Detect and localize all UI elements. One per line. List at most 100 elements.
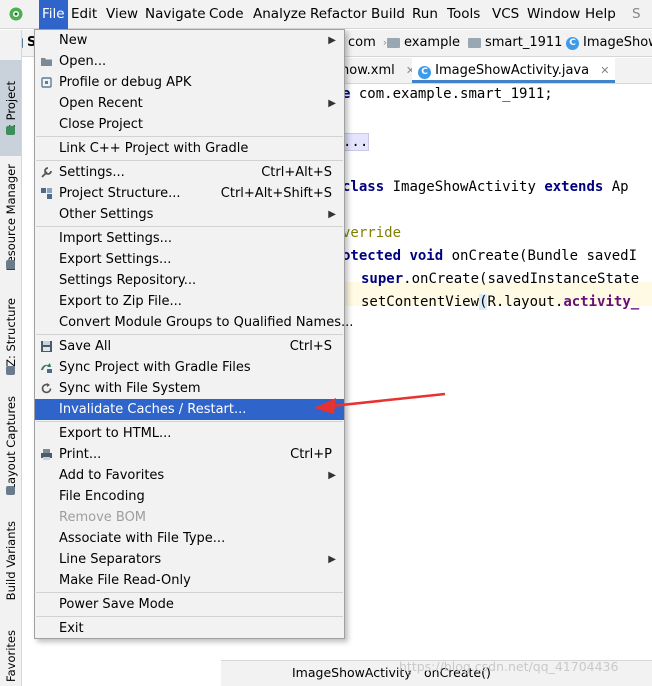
menu-item-invalidate-caches[interactable]: Invalidate Caches / Restart... [35, 399, 344, 420]
menu-item-label: New [59, 33, 88, 48]
menu-item-settings-repository[interactable]: Settings Repository... [35, 270, 344, 291]
tab-favorites[interactable]: Favorites [0, 626, 21, 686]
menu-file[interactable]: File [39, 0, 68, 29]
tab-imageshowactivity[interactable]: C ImageShowActivity.java ✕ [412, 58, 616, 83]
menu-item-profile-apk[interactable]: Profile or debug APK [35, 72, 344, 93]
menu-item-line-separators[interactable]: Line Separators ▶ [35, 549, 344, 570]
menu-edit[interactable]: Edit [71, 0, 97, 29]
menu-item-label: Link C++ Project with Gradle [59, 141, 249, 156]
menu-item-label: Power Save Mode [59, 597, 174, 612]
code-field: activity_ [563, 294, 640, 310]
crumb-imageshow[interactable]: C ImageShow [566, 34, 652, 52]
menu-item-sync-gradle[interactable]: Sync Project with Gradle Files [35, 357, 344, 378]
menu-item-new[interactable]: New ▶ [35, 30, 344, 51]
menu-item-close-project[interactable]: Close Project [35, 114, 344, 135]
crumb-smart-1911[interactable]: smart_1911 › [468, 34, 574, 52]
menu-item-label: Export to Zip File... [59, 294, 182, 309]
tab-structure[interactable]: Z: Structure [0, 292, 21, 372]
menu-refactor[interactable]: Refactor [310, 0, 367, 29]
menu-vcs[interactable]: VCS [492, 0, 519, 29]
tab-layout-xml[interactable]: how.xml ✕ [341, 58, 415, 83]
menu-code[interactable]: Code [209, 0, 244, 29]
menu-item-other-settings[interactable]: Other Settings ▶ [35, 204, 344, 225]
menu-item-label: Remove BOM [59, 510, 147, 525]
menu-item-link-cpp[interactable]: Link C++ Project with Gradle [35, 138, 344, 159]
folder-icon [387, 38, 400, 48]
menu-run[interactable]: Run [412, 0, 438, 29]
code-text: Ap [603, 179, 629, 195]
tab-favorites-label: Favorites [3, 630, 18, 682]
tab-layout-captures-label: Layout Captures [3, 395, 18, 491]
menu-item-label: Export to HTML... [59, 426, 172, 441]
menu-item-label: Other Settings [59, 207, 154, 222]
code-text: ImageShowActivity [384, 179, 545, 195]
menu-item-sync-file-system[interactable]: Sync with File System [35, 378, 344, 399]
menu-separator [36, 334, 343, 335]
tab-project[interactable]: 1: Project [0, 60, 21, 156]
menu-item-make-read-only[interactable]: Make File Read-Only [35, 570, 344, 591]
print-icon [41, 449, 52, 460]
structure-icon [6, 366, 15, 375]
code-line-oncreate: otected void onCreate(Bundle savedI [342, 248, 637, 264]
menu-item-label: Import Settings... [59, 231, 172, 246]
menu-analyze[interactable]: Analyze [253, 0, 306, 29]
menu-item-import-settings[interactable]: Import Settings... [35, 228, 344, 249]
menu-item-print[interactable]: Print... Ctrl+P [35, 444, 344, 465]
menu-navigate[interactable]: Navigate [145, 0, 206, 29]
status-crumb-class[interactable]: ImageShowActivity [292, 665, 412, 680]
resource-manager-icon [6, 260, 15, 269]
menu-build[interactable]: Build [371, 0, 405, 29]
code-line-imports: ... [342, 133, 370, 151]
submenu-arrow-icon: ▶ [328, 35, 336, 46]
submenu-arrow-icon: ▶ [328, 98, 336, 109]
menu-item-shortcut: Ctrl+S [289, 339, 332, 354]
menu-view[interactable]: View [106, 0, 138, 29]
menu-item-settings[interactable]: Settings... Ctrl+Alt+S [35, 162, 344, 183]
submenu-arrow-icon: ▶ [328, 209, 336, 220]
tab-build-variants[interactable]: Build Variants [0, 518, 21, 604]
menu-item-power-save[interactable]: Power Save Mode [35, 594, 344, 615]
menu-item-open[interactable]: Open... [35, 51, 344, 72]
code-keyword: class [342, 179, 385, 195]
menu-item-file-encoding[interactable]: File Encoding [35, 486, 344, 507]
menu-tools[interactable]: Tools [447, 0, 480, 29]
menu-separator [36, 592, 343, 593]
menu-item-label: Sync with File System [59, 381, 201, 396]
wrench-icon [41, 167, 52, 178]
menu-item-shortcut: Ctrl+Alt+S [261, 165, 332, 180]
tab-structure-label: Z: Structure [3, 297, 18, 367]
class-icon: C [566, 36, 579, 50]
menu-bar: File Edit View Navigate Code Analyze Ref… [0, 0, 652, 29]
code-keyword: void [409, 248, 444, 264]
menu-separator [36, 160, 343, 161]
menu-item-export-html[interactable]: Export to HTML... [35, 423, 344, 444]
menu-window[interactable]: Window [527, 0, 580, 29]
close-icon[interactable]: ✕ [600, 64, 609, 77]
menu-item-export-settings[interactable]: Export Settings... [35, 249, 344, 270]
code-line-annotation: verride [342, 225, 401, 241]
menu-help[interactable]: Help [585, 0, 616, 29]
tab-resource-manager[interactable]: Resource Manager [0, 158, 21, 276]
folder-icon [468, 38, 481, 48]
menu-separator [36, 616, 343, 617]
menu-item-label: Open Recent [59, 96, 143, 111]
crumb-example[interactable]: example › [387, 34, 471, 52]
crumb-com[interactable]: com › [348, 34, 387, 52]
tab-layout-captures[interactable]: Layout Captures [0, 390, 21, 496]
menu-item-label: Convert Module Groups to Qualified Names… [59, 315, 354, 330]
menu-item-project-structure[interactable]: Project Structure... Ctrl+Alt+Shift+S [35, 183, 344, 204]
menu-item-associate-file-type[interactable]: Associate with File Type... [35, 528, 344, 549]
menu-item-save-all[interactable]: Save All Ctrl+S [35, 336, 344, 357]
menu-item-label: Profile or debug APK [59, 75, 192, 90]
menu-item-add-favorites[interactable]: Add to Favorites ▶ [35, 465, 344, 486]
red-arrow-annotation [314, 392, 446, 414]
code-line-class: class ImageShowActivity extends Ap [342, 179, 629, 195]
menu-item-open-recent[interactable]: Open Recent ▶ [35, 93, 344, 114]
tab-build-variants-label: Build Variants [3, 521, 18, 601]
menu-item-convert-module-groups[interactable]: Convert Module Groups to Qualified Names… [35, 312, 353, 333]
menu-item-exit[interactable]: Exit [35, 618, 344, 639]
gradle-sync-icon [41, 363, 52, 373]
save-icon [41, 341, 52, 352]
folded-imports[interactable]: ... [342, 133, 370, 151]
menu-item-export-zip[interactable]: Export to Zip File... [35, 291, 344, 312]
